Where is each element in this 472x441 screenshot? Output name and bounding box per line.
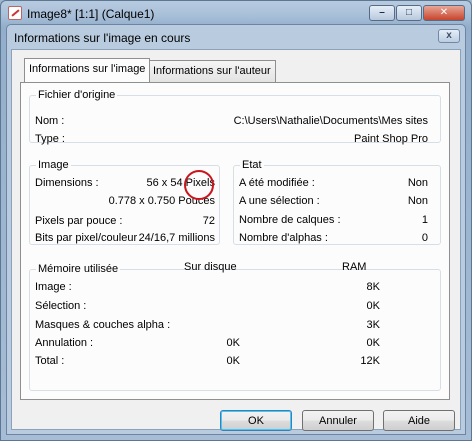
ppi-value: 72 [202,215,215,227]
memory-row-label: Image : [35,281,72,293]
memory-row-label: Annulation : [35,337,94,349]
modified-label: A été modifiée : [239,177,315,189]
has-selection-value: Non [407,195,428,207]
disk-column-header: Sur disque [184,261,237,273]
ok-button[interactable]: OK [220,410,292,431]
type-label: Type : [35,133,65,145]
type-value: Paint Shop Pro [354,133,428,145]
close-icon[interactable]: ✕ [423,5,465,21]
name-label: Nom : [35,115,65,127]
cancel-button[interactable]: Annuler [302,410,374,431]
alphas-count-value: 0 [421,232,428,244]
alphas-count-label: Nombre d'alphas : [239,232,328,244]
source-file-group: Fichier d'origine Nom : C:\Users\Nathali… [29,89,441,145]
memory-group: Mémoire utilisée Sur disque RAM Image : … [29,261,441,391]
name-value: C:\Users\Nathalie\Documents\Mes sites [233,115,428,127]
minimize-icon[interactable]: – [369,5,395,21]
memory-legend: Mémoire utilisée [38,263,119,275]
layers-count-label: Nombre de calques : [239,214,341,226]
red-highlight-circle [184,170,214,200]
dialog-client: Informations sur l'image Informations su… [11,49,461,431]
image-legend: Image [38,159,69,171]
has-selection-label: A une sélection : [239,195,320,207]
dialog-title: Informations sur l'image en cours [14,31,191,45]
source-file-legend: Fichier d'origine [38,89,116,101]
memory-row-ram: 12K [360,355,380,367]
background-window-title: Image8* [1:1] (Calque1) [27,7,155,21]
memory-row-label: Masques & couches alpha : [35,319,171,331]
maximize-icon[interactable]: □ [396,5,422,21]
dimensions-label: Dimensions : [35,177,99,189]
tab-panel-image-info: Fichier d'origine Nom : C:\Users\Nathali… [20,82,450,400]
memory-row-disk: 0K [226,337,240,349]
ram-column-header: RAM [342,261,367,273]
memory-row-ram: 0K [366,300,380,312]
memory-row-disk: 0K [226,355,240,367]
paint-app-icon [8,6,22,20]
window-caption-buttons: – □ ✕ [369,5,465,21]
tab-image-info[interactable]: Informations sur l'image [24,58,151,82]
state-group: Etat A été modifiée : Non A une sélectio… [233,159,441,245]
state-legend: Etat [242,159,262,171]
dialog-close-icon[interactable]: x [438,29,460,43]
memory-row-label: Total : [35,355,65,367]
help-button[interactable]: Aide [383,410,455,431]
memory-row-ram: 8K [366,281,380,293]
ppi-label: Pixels par pouce : [35,215,123,227]
memory-row-ram: 0K [366,337,380,349]
modified-value: Non [407,177,428,189]
bpp-value: 24/16,7 millions [138,232,215,244]
bpp-label: Bits par pixel/couleur [35,232,138,244]
memory-row-label: Sélection : [35,300,87,312]
layers-count-value: 1 [421,214,428,226]
image-info-dialog: Informations sur l'image en cours x Info… [6,24,466,435]
memory-row-ram: 3K [366,319,380,331]
tab-author-info[interactable]: Informations sur l'auteur [148,60,276,82]
